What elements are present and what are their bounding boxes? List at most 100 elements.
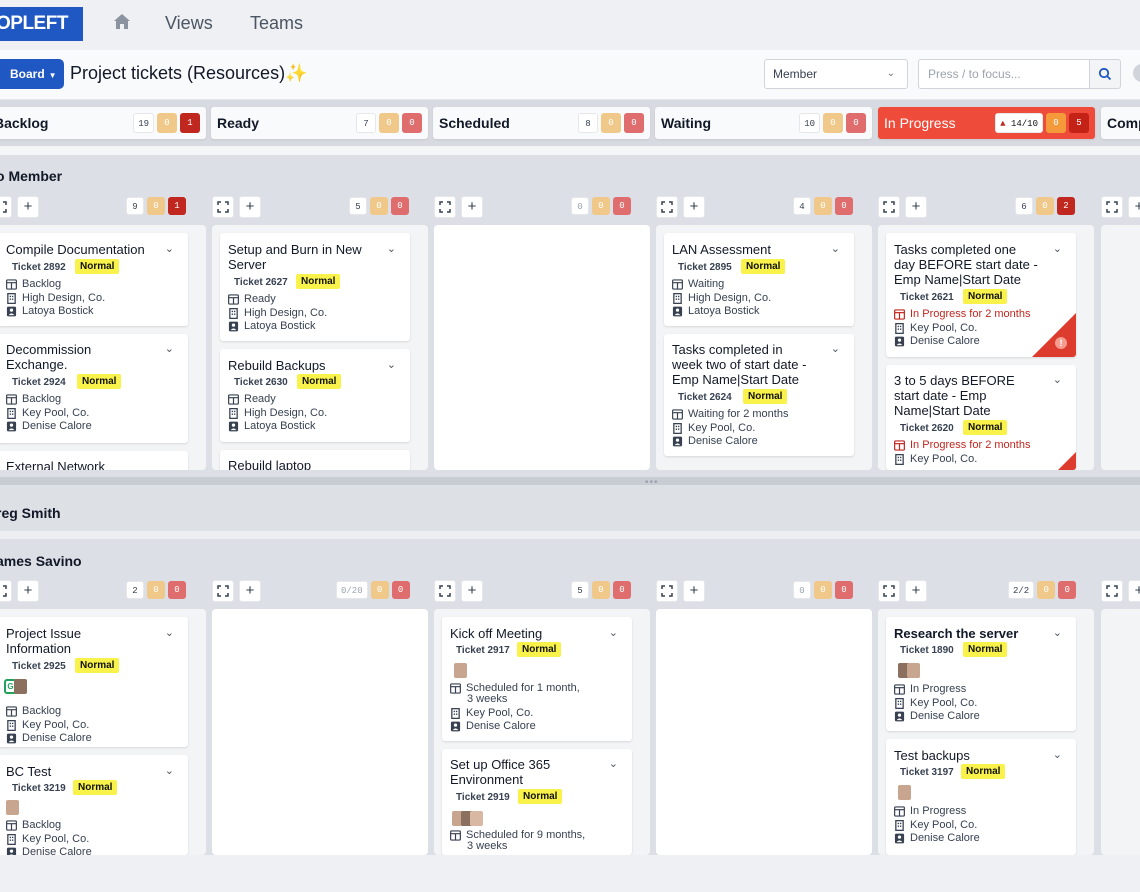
column-header-in-progress[interactable]: In Progress ▲ 14/10 0 5 xyxy=(878,107,1095,139)
priority-badge: Normal xyxy=(73,780,118,795)
warning-triangle-icon: ▲ xyxy=(1000,119,1006,129)
expand-column-button[interactable] xyxy=(0,580,12,602)
chevron-down-icon[interactable]: ⌄ xyxy=(1053,373,1062,386)
card-status-continued: 3 weeks xyxy=(467,693,508,705)
card-person: Denise Calore xyxy=(6,846,92,855)
expand-column-button[interactable] xyxy=(212,196,234,218)
expand-column-button[interactable] xyxy=(878,196,900,218)
expand-column-button[interactable] xyxy=(434,196,456,218)
board-icon xyxy=(894,440,905,451)
add-ticket-button[interactable]: + xyxy=(905,580,927,602)
column-header-scheduled[interactable]: Scheduled 800 xyxy=(433,107,650,139)
page-title: Project tickets (Resources)✨ xyxy=(70,63,308,83)
chevron-down-icon[interactable]: ⌄ xyxy=(387,358,396,371)
ticket-card[interactable]: Rebuild Backups ⌄ Ticket 2630 Normal Rea… xyxy=(220,349,410,442)
column-counts: 000 xyxy=(793,581,853,599)
add-ticket-button[interactable]: + xyxy=(1128,196,1140,218)
column-header-backlog[interactable]: Backlog 1901 xyxy=(0,107,206,139)
ticket-card[interactable]: Kick off Meeting ⌄ Ticket 2917 Normal Sc… xyxy=(442,617,632,741)
chevron-down-icon[interactable]: ⌄ xyxy=(165,764,174,777)
add-ticket-button[interactable]: + xyxy=(461,196,483,218)
add-ticket-button[interactable]: + xyxy=(17,580,39,602)
card-title: Project Issue xyxy=(6,626,82,641)
card-person: Denise Calore xyxy=(6,732,92,744)
chevron-down-icon[interactable]: ⌄ xyxy=(609,626,618,639)
expand-icon xyxy=(1106,585,1118,597)
group-greg-smith[interactable]: reg Smith xyxy=(0,485,1140,531)
board-icon xyxy=(6,279,17,290)
add-ticket-button[interactable]: + xyxy=(1128,580,1140,602)
ticket-card[interactable]: External Network xyxy=(0,451,188,470)
ticket-card[interactable]: Project Issue Information ⌄ Ticket 2925 … xyxy=(0,617,188,747)
building-icon xyxy=(894,820,905,831)
add-ticket-button[interactable]: + xyxy=(683,580,705,602)
contact-icon xyxy=(894,336,905,347)
chevron-down-icon[interactable]: ⌄ xyxy=(1053,626,1062,639)
expand-column-button[interactable] xyxy=(212,580,234,602)
expand-column-button[interactable] xyxy=(656,196,678,218)
brand-logo[interactable]: OPLEFT xyxy=(0,7,83,41)
toggle-switch[interactable] xyxy=(1133,64,1140,82)
column-header-complete[interactable]: Comp xyxy=(1101,107,1140,139)
chevron-down-icon[interactable]: ⌄ xyxy=(609,757,618,770)
chevron-down-icon[interactable]: ⌄ xyxy=(831,242,840,255)
card-title: week two of start date - xyxy=(672,357,807,372)
ticket-card[interactable]: Rebuild laptop xyxy=(220,450,410,470)
ticket-card[interactable]: Set up Office 365 Environment ⌄ Ticket 2… xyxy=(442,749,632,855)
expand-column-button[interactable] xyxy=(434,580,456,602)
chevron-down-icon[interactable]: ⌄ xyxy=(831,342,840,355)
card-title: Exchange. xyxy=(6,357,68,372)
board-icon xyxy=(6,706,17,717)
ticket-count: 2/2 xyxy=(1008,581,1035,599)
add-ticket-button[interactable]: + xyxy=(905,196,927,218)
chevron-down-icon[interactable]: ⌄ xyxy=(165,342,174,355)
add-ticket-button[interactable]: + xyxy=(17,196,39,218)
ticket-number: Ticket 2895 xyxy=(678,262,732,273)
ticket-card[interactable]: Research the server ⌄ Ticket 1890 Normal… xyxy=(886,617,1076,731)
ticket-card[interactable]: BC Test ⌄ Ticket 3219 Normal Backlog Key… xyxy=(0,755,188,855)
column-counts: 500 xyxy=(349,197,409,215)
member-select[interactable]: Member ⌄ xyxy=(764,59,908,89)
chevron-down-icon[interactable]: ⌄ xyxy=(387,242,396,255)
priority-badge: Normal xyxy=(743,389,788,404)
ticket-card[interactable]: Decommission Exchange. ⌄ Ticket 2924 Nor… xyxy=(0,334,188,443)
search-icon xyxy=(1098,67,1112,81)
expand-column-button[interactable] xyxy=(878,580,900,602)
ticket-card[interactable]: 3 to 5 days BEFORE start date - Emp Name… xyxy=(886,365,1076,470)
add-ticket-button[interactable]: + xyxy=(461,580,483,602)
priority-badge: Normal xyxy=(961,764,1006,779)
home-icon[interactable] xyxy=(112,12,132,32)
column-counts: 602 xyxy=(1015,197,1075,215)
ticket-card[interactable]: Setup and Burn in New Server ⌄ Ticket 26… xyxy=(220,233,410,341)
expand-column-button[interactable] xyxy=(1101,196,1123,218)
ticket-card[interactable]: Test backups ⌄ Ticket 3197 Normal In Pro… xyxy=(886,739,1076,855)
add-ticket-button[interactable]: + xyxy=(239,196,261,218)
card-company: Key Pool, Co. xyxy=(450,707,533,719)
search-input[interactable]: Press / to focus... xyxy=(918,59,1090,89)
chevron-down-icon[interactable]: ⌄ xyxy=(1053,242,1062,255)
ticket-card[interactable]: Tasks completed one day BEFORE start dat… xyxy=(886,233,1076,357)
search-button[interactable] xyxy=(1089,59,1121,89)
ticket-count: 4 xyxy=(793,197,811,215)
expand-column-button[interactable] xyxy=(656,580,678,602)
nav-link-views[interactable]: Views xyxy=(165,13,213,34)
ticket-card[interactable]: Tasks completed in week two of start dat… xyxy=(664,334,854,456)
chevron-down-icon[interactable]: ⌄ xyxy=(165,626,174,639)
nav-link-teams[interactable]: Teams xyxy=(250,13,303,34)
ticket-card[interactable]: Compile Documentation ⌄ Ticket 2892 Norm… xyxy=(0,233,188,326)
ticket-card[interactable]: LAN Assessment ⌄ Ticket 2895 Normal Wait… xyxy=(664,233,854,326)
expand-column-button[interactable] xyxy=(1101,580,1123,602)
board-view-button[interactable]: Board ▼ xyxy=(0,59,64,89)
expand-column-button[interactable] xyxy=(0,196,12,218)
group-resizer[interactable] xyxy=(0,477,1140,485)
ticket-number: Ticket 2630 xyxy=(234,377,288,388)
add-ticket-button[interactable]: + xyxy=(239,580,261,602)
chevron-down-icon[interactable]: ⌄ xyxy=(165,242,174,255)
chevron-down-icon[interactable]: ⌄ xyxy=(1053,748,1062,761)
add-ticket-button[interactable]: + xyxy=(683,196,705,218)
column-header-ready[interactable]: Ready 700 xyxy=(211,107,428,139)
ticket-count: 5 xyxy=(349,197,367,215)
group-title: ames Savino xyxy=(0,553,82,569)
card-title: Environment xyxy=(450,772,523,787)
column-header-waiting[interactable]: Waiting 10 0 0 xyxy=(655,107,872,139)
